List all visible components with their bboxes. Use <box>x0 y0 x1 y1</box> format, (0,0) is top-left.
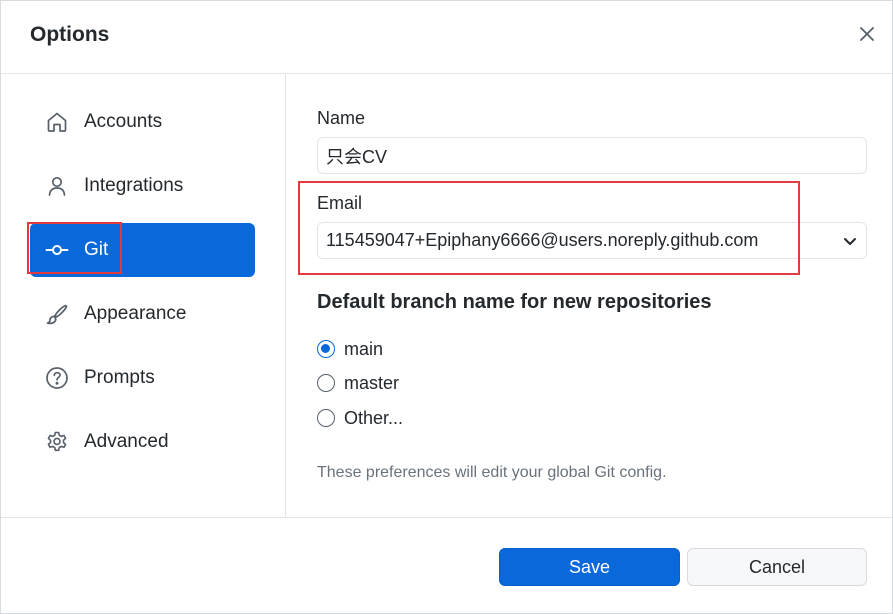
email-select-value: 115459047+Epiphany6666@users.noreply.git… <box>326 230 759 250</box>
name-field[interactable] <box>317 137 867 174</box>
radio-main[interactable]: main <box>317 337 383 361</box>
paintbrush-icon <box>44 301 70 327</box>
close-icon <box>859 26 875 47</box>
git-commit-icon <box>44 237 70 263</box>
home-icon <box>44 109 70 135</box>
radio-button[interactable] <box>317 409 335 427</box>
sidebar: Accounts Integrations Git Appearance Pro <box>1 74 286 517</box>
person-icon <box>44 173 70 199</box>
sidebar-item-label: Appearance <box>84 303 187 324</box>
close-button[interactable] <box>854 23 880 49</box>
email-select[interactable]: 115459047+Epiphany6666@users.noreply.git… <box>317 222 867 259</box>
gear-icon <box>44 429 70 455</box>
radio-label: Other... <box>344 407 404 428</box>
name-label: Name <box>317 108 366 128</box>
sidebar-item-label: Integrations <box>84 175 184 196</box>
options-dialog: Options Accounts Integrations Git Appear… <box>0 0 893 614</box>
sidebar-item-integrations[interactable]: Integrations <box>30 159 255 213</box>
sidebar-item-git[interactable]: Git <box>30 223 255 277</box>
sidebar-item-prompts[interactable]: Prompts <box>30 351 255 405</box>
git-settings-panel: Name Email 115459047+Epiphany6666@users.… <box>287 74 892 517</box>
dialog-footer: Save Cancel <box>1 517 892 613</box>
sidebar-item-label: Git <box>84 239 109 260</box>
sidebar-item-appearance[interactable]: Appearance <box>30 287 255 341</box>
dialog-header: Options <box>1 1 892 74</box>
radio-button[interactable] <box>317 340 335 358</box>
save-button[interactable]: Save <box>499 548 680 586</box>
radio-label: main <box>344 338 384 359</box>
radio-master[interactable]: master <box>317 371 399 395</box>
email-label: Email <box>317 193 363 213</box>
dialog-title: Options <box>30 23 110 46</box>
sidebar-item-advanced[interactable]: Advanced <box>30 415 255 469</box>
config-note: These preferences will edit your global … <box>317 464 667 481</box>
radio-other[interactable]: Other... <box>317 406 403 430</box>
radio-label: master <box>344 372 400 393</box>
sidebar-item-accounts[interactable]: Accounts <box>30 95 255 149</box>
cancel-button[interactable]: Cancel <box>687 548 867 586</box>
sidebar-item-label: Prompts <box>84 367 155 388</box>
radio-button[interactable] <box>317 374 335 392</box>
branch-heading: Default branch name for new repositories <box>317 291 712 313</box>
sidebar-item-label: Advanced <box>84 431 169 452</box>
question-icon <box>44 365 70 391</box>
chevron-down-icon <box>840 231 860 251</box>
sidebar-item-label: Accounts <box>84 111 163 132</box>
